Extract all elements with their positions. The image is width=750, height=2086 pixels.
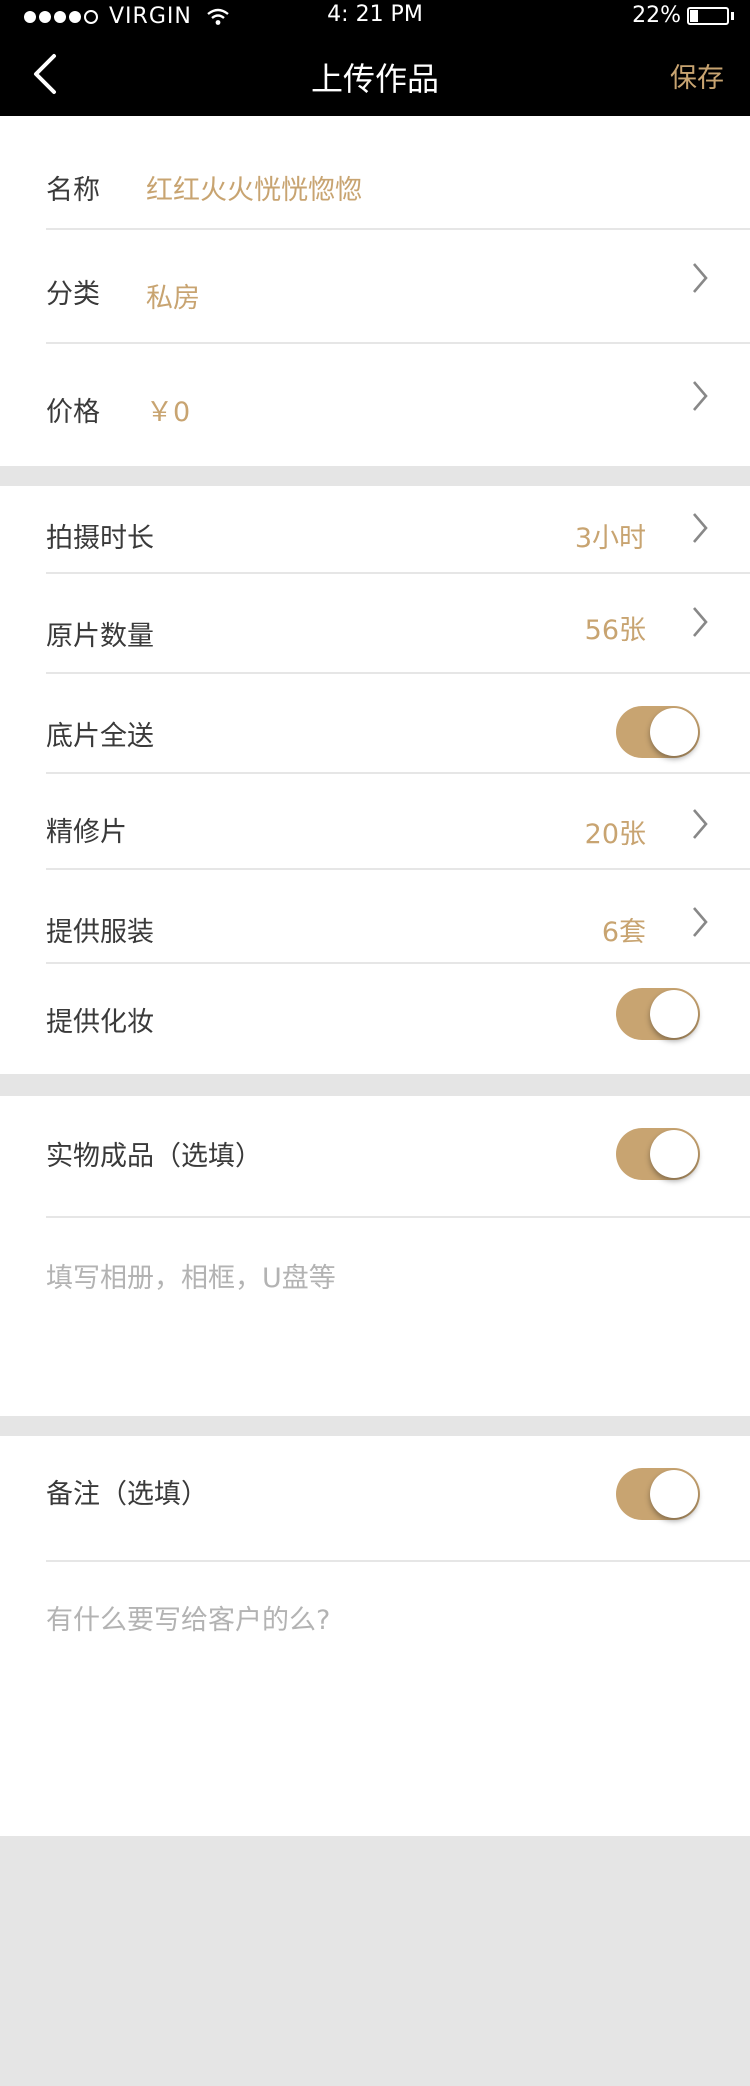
price-label: 价格: [46, 397, 100, 428]
save-button[interactable]: 保存: [670, 56, 724, 95]
divider: [46, 772, 750, 774]
remarks-toggle[interactable]: [616, 1468, 700, 1520]
price-value: ￥0: [146, 397, 191, 428]
duration-label: 拍摄时长: [46, 523, 154, 554]
divider: [46, 342, 750, 344]
basic-info-section: 名称 红红火火恍恍惚惚 分类 私房 价格 ￥0: [0, 116, 750, 466]
battery-tip: [731, 11, 734, 20]
divider: [46, 868, 750, 870]
remarks-label: 备注（选填）: [46, 1479, 208, 1510]
chevron-right-icon[interactable]: [690, 260, 710, 296]
divider: [46, 1560, 750, 1562]
battery-indicator: 22%: [632, 3, 734, 28]
remarks-section: 备注（选填） 有什么要写给客户的么?: [0, 1436, 750, 1836]
costume-label: 提供服装: [46, 917, 154, 948]
retouched-value: 20张: [584, 819, 646, 850]
page-title: 上传作品: [310, 60, 439, 98]
details-section: 拍摄时长 3小时 原片数量 56张 底片全送 精修片 20张 提供服装 6套 提…: [0, 486, 750, 1074]
chevron-right-icon[interactable]: [690, 378, 710, 414]
chevron-right-icon[interactable]: [690, 806, 710, 842]
retouched-label: 精修片: [46, 817, 127, 848]
negatives-label: 底片全送: [46, 721, 154, 752]
divider: [46, 228, 750, 230]
status-bar: VIRGIN 4: 21 PM 22%: [0, 0, 750, 32]
duration-value: 3小时: [574, 523, 646, 554]
divider: [46, 672, 750, 674]
battery-icon: [687, 6, 729, 25]
divider: [46, 572, 750, 574]
nav-bar: 上传作品 保存: [0, 32, 750, 116]
name-value[interactable]: 红红火火恍恍惚惚: [146, 168, 362, 207]
originals-value: 56张: [584, 615, 646, 646]
makeup-label: 提供化妆: [46, 1007, 154, 1038]
battery-percent: 22%: [632, 3, 681, 28]
physical-products-label: 实物成品（选填）: [46, 1141, 262, 1172]
negatives-toggle[interactable]: [616, 706, 700, 758]
chevron-right-icon[interactable]: [690, 604, 710, 640]
physical-products-input[interactable]: 填写相册，相框，U盘等: [46, 1256, 336, 1295]
remarks-input[interactable]: 有什么要写给客户的么?: [46, 1598, 330, 1637]
category-value: 私房: [146, 283, 200, 314]
originals-label: 原片数量: [46, 621, 154, 652]
chevron-right-icon[interactable]: [690, 904, 710, 940]
category-label: 分类: [46, 279, 100, 310]
divider: [46, 962, 750, 964]
physical-products-toggle[interactable]: [616, 1128, 700, 1180]
divider: [46, 1216, 750, 1218]
makeup-toggle[interactable]: [616, 988, 700, 1040]
chevron-right-icon[interactable]: [690, 510, 710, 546]
name-label: 名称: [46, 175, 100, 206]
costume-value: 6套: [601, 917, 646, 948]
physical-products-section: 实物成品（选填） 填写相册，相框，U盘等: [0, 1096, 750, 1416]
